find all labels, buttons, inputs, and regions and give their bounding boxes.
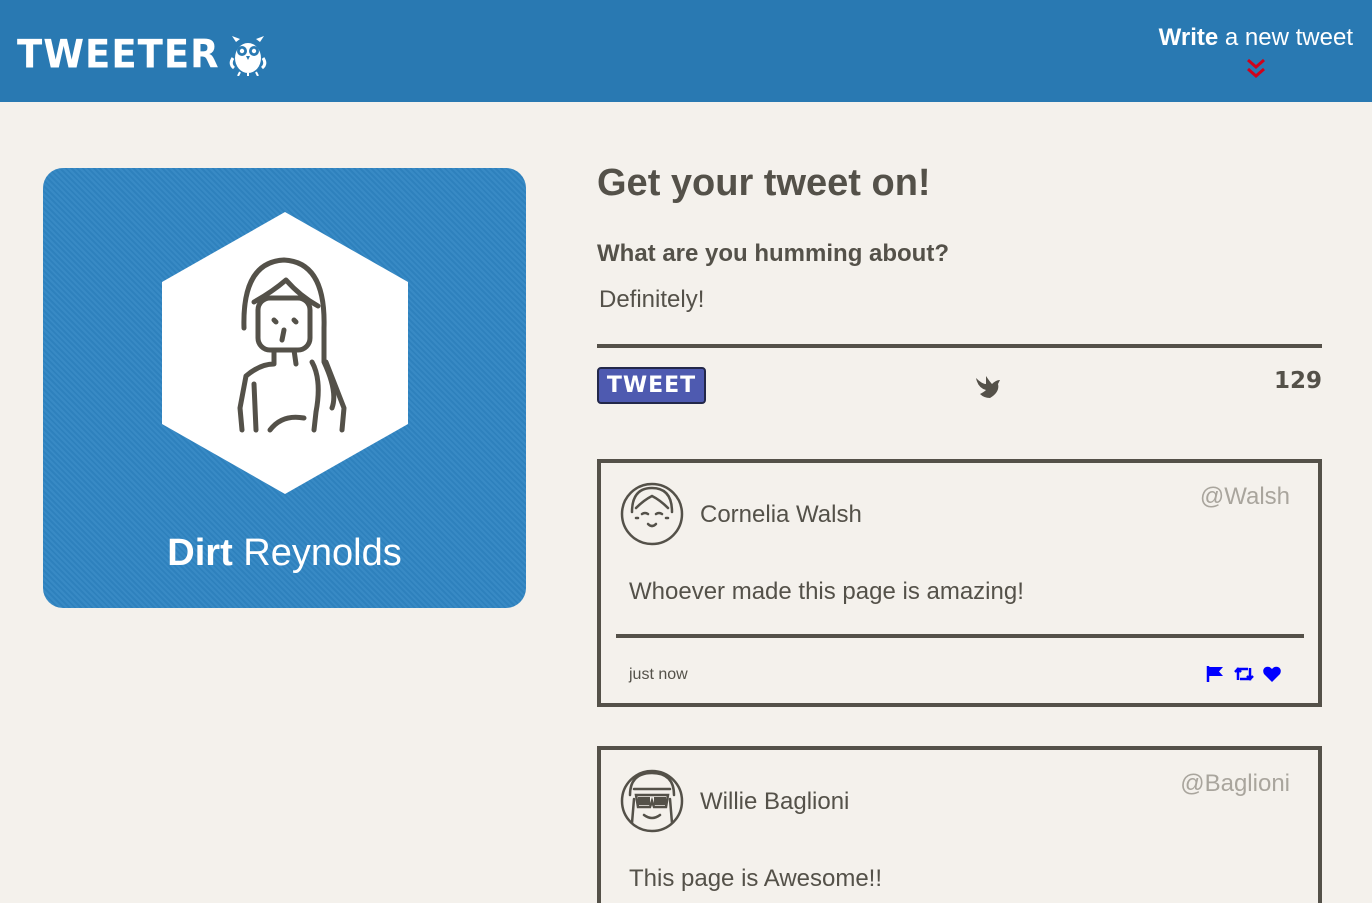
retweet-icon[interactable] <box>1234 665 1254 683</box>
tweet-card: Willie Baglioni @Baglioni This page is A… <box>597 746 1322 903</box>
brand[interactable]: TWEETER <box>17 31 268 78</box>
compose-rest: a new tweet <box>1218 24 1353 51</box>
tweet-author-handle[interactable]: @Walsh <box>1200 483 1290 511</box>
profile-avatar <box>162 212 408 494</box>
profile-name: Dirt Reynolds <box>43 532 526 575</box>
tweet-text: This page is Awesome!! <box>629 865 883 892</box>
profile-card: Dirt Reynolds <box>43 168 526 608</box>
tweet-divider <box>616 634 1304 638</box>
tweet-card: Cornelia Walsh @Walsh Whoever made this … <box>597 459 1322 707</box>
user-avatar <box>620 769 684 833</box>
tweet-timestamp: just now <box>629 666 688 683</box>
compose-label: What are you humming about? <box>597 240 949 267</box>
tweet-button[interactable]: TWEET <box>597 367 706 404</box>
char-counter: 129 <box>1273 368 1322 394</box>
profile-last-name: Reynolds <box>232 532 402 574</box>
profile-first-name: Dirt <box>167 532 233 574</box>
tweet-textarea[interactable]: Definitely! <box>597 282 1322 348</box>
double-chevron-down-icon[interactable] <box>1244 57 1268 81</box>
top-nav: TWEETER Write a new tweet <box>0 0 1372 102</box>
owl-icon <box>229 35 266 76</box>
bird-icon <box>976 376 1000 398</box>
flag-icon[interactable] <box>1206 665 1226 683</box>
tweet-author-name: Willie Baglioni <box>700 788 850 815</box>
tweet-actions <box>1206 665 1282 683</box>
write-new-tweet-link[interactable]: Write a new tweet <box>1159 24 1353 52</box>
compose-heading: Get your tweet on! <box>597 162 931 204</box>
compose-bold: Write <box>1158 24 1219 51</box>
heart-icon[interactable] <box>1262 665 1282 683</box>
tweet-text: Whoever made this page is amazing! <box>629 578 1024 605</box>
user-avatar <box>620 482 684 546</box>
tweet-author-handle[interactable]: @Baglioni <box>1180 770 1290 798</box>
tweet-author-name: Cornelia Walsh <box>700 501 862 528</box>
brand-name: TWEETER <box>17 31 220 78</box>
